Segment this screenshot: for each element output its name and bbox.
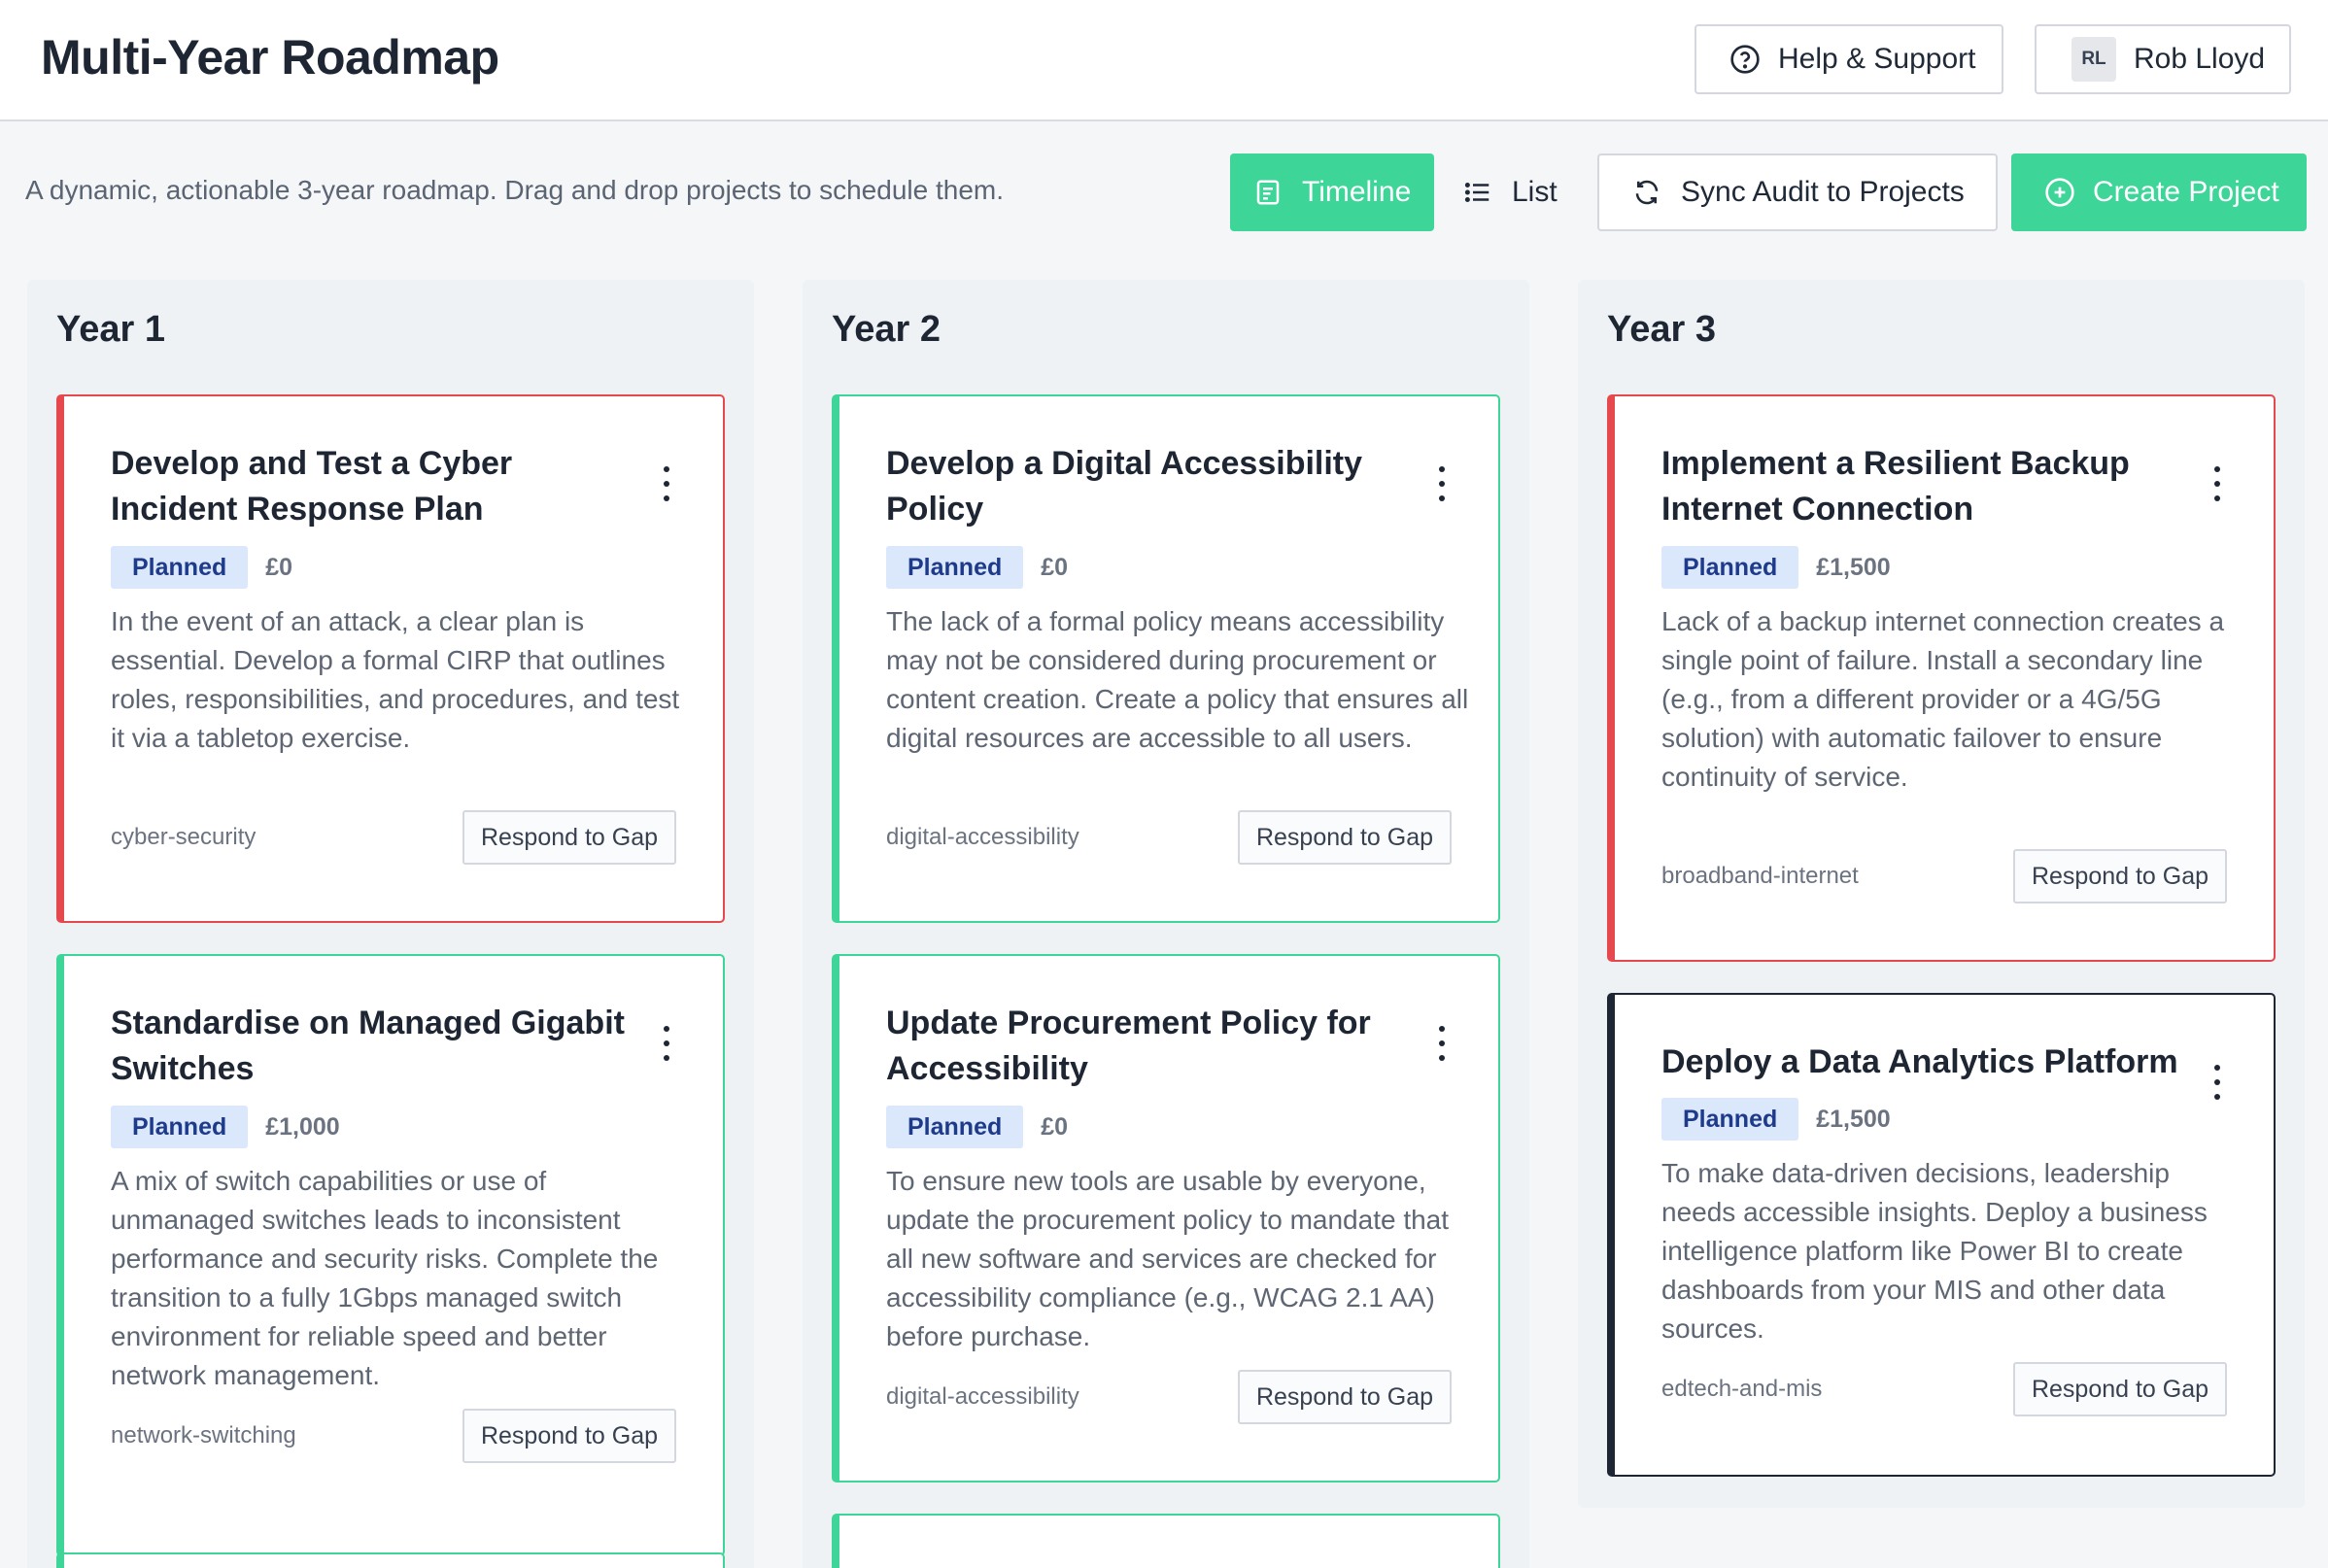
sync-audit-button[interactable]: Sync Audit to Projects [1597,153,1998,231]
card-cost: £1,000 [265,1112,340,1141]
user-menu-button[interactable]: RL Rob Lloyd [2035,24,2291,94]
project-card[interactable]: Update Procurement Policy for Accessibil… [832,954,1500,1483]
card-tag: broadband-internet [1661,863,1859,889]
column-title: Year 3 [1607,309,1716,350]
card-title: Develop a Digital Accessibility Policy [886,445,1363,528]
project-card[interactable]: Implement a Resilient Backup Internet Co… [1607,394,2276,962]
card-description: To ensure new tools are usable by everyo… [886,1166,1450,1351]
card-cost: £1,500 [1816,553,1891,581]
project-card[interactable]: Deploy a Data Analytics Platform Planned… [1607,993,2276,1477]
list-view-button[interactable]: List [1463,153,1574,231]
card-title: Standardise on Managed Gigabit Switches [111,1005,625,1087]
status-badge: Planned [1661,1098,1799,1141]
card-meta: Planned £0 [886,546,1068,589]
sync-label: Sync Audit to Projects [1681,176,1965,208]
respond-to-gap-button[interactable]: Respond to Gap [2013,1362,2227,1416]
question-circle-icon [1729,44,1761,75]
project-card-partial[interactable] [56,1552,725,1568]
card-meta: Planned £1,500 [1661,546,1891,589]
card-description: In the event of an attack, a clear plan … [111,606,680,753]
column-title: Year 2 [832,309,941,350]
timeline-label: Timeline [1302,176,1412,208]
card-cost: £0 [265,553,293,581]
more-options-icon[interactable] [661,466,672,501]
project-card[interactable]: Standardise on Managed Gigabit Switches … [56,954,725,1556]
list-icon [1463,178,1492,207]
status-badge: Planned [886,546,1024,589]
more-options-icon[interactable] [2211,466,2223,501]
list-label: List [1512,176,1558,208]
card-meta: Planned £0 [886,1106,1068,1148]
respond-to-gap-button[interactable]: Respond to Gap [1238,1370,1452,1424]
project-card[interactable]: Develop and Test a Cyber Incident Respon… [56,394,725,923]
status-badge: Planned [886,1106,1024,1148]
card-meta: Planned £1,500 [1661,1098,1891,1141]
respond-to-gap-button[interactable]: Respond to Gap [462,1409,676,1463]
column-title: Year 1 [56,309,165,350]
more-options-icon[interactable] [661,1026,672,1061]
timeline-view-button[interactable]: Timeline [1230,153,1434,231]
project-card[interactable]: Develop a Digital Accessibility Policy P… [832,394,1500,923]
card-title: Implement a Resilient Backup Internet Co… [1661,445,2130,528]
respond-to-gap-button[interactable]: Respond to Gap [2013,849,2227,903]
user-name: Rob Lloyd [2134,43,2266,75]
card-cost: £1,500 [1816,1105,1891,1133]
avatar: RL [2071,37,2116,82]
project-card-partial[interactable] [832,1514,1500,1568]
status-badge: Planned [111,546,249,589]
card-tag: network-switching [111,1422,296,1449]
year-column-1[interactable]: Year 1 Develop and Test a Cyber Incident… [27,280,754,1568]
card-title: Develop and Test a Cyber Incident Respon… [111,445,513,528]
card-tag: cyber-security [111,824,257,850]
card-description: To make data-driven decisions, leadershi… [1661,1158,2208,1344]
help-support-button[interactable]: Help & Support [1695,24,2003,94]
card-tag: digital-accessibility [886,824,1079,850]
card-meta: Planned £0 [111,546,292,589]
card-cost: £0 [1041,1112,1069,1141]
card-tag: edtech-and-mis [1661,1376,1823,1402]
card-meta: Planned £1,000 [111,1106,340,1148]
refresh-icon [1632,178,1661,207]
status-badge: Planned [111,1106,249,1148]
more-options-icon[interactable] [1436,466,1448,501]
card-description: Lack of a backup internet connection cre… [1661,606,2225,792]
respond-to-gap-button[interactable]: Respond to Gap [1238,810,1452,865]
create-project-button[interactable]: Create Project [2011,153,2307,231]
roadmap-description: A dynamic, actionable 3-year roadmap. Dr… [25,175,1005,205]
respond-to-gap-button[interactable]: Respond to Gap [462,810,676,865]
year-column-2[interactable]: Year 2 Develop a Digital Accessibility P… [803,280,1529,1568]
plus-circle-icon [2044,177,2075,208]
more-options-icon[interactable] [1436,1026,1448,1061]
status-badge: Planned [1661,546,1799,589]
card-title: Update Procurement Policy for Accessibil… [886,1005,1371,1087]
help-support-label: Help & Support [1778,43,1976,75]
card-cost: £0 [1041,553,1069,581]
card-title: Deploy a Data Analytics Platform [1661,1043,2178,1080]
more-options-icon[interactable] [2211,1065,2223,1100]
page-title: Multi-Year Roadmap [41,30,499,85]
timeline-icon [1253,178,1283,207]
card-description: The lack of a formal policy means access… [886,606,1469,753]
card-tag: digital-accessibility [886,1383,1079,1410]
create-project-label: Create Project [2093,176,2279,208]
card-description: A mix of switch capabilities or use of u… [111,1166,659,1390]
year-column-3[interactable]: Year 3 Implement a Resilient Backup Inte… [1578,280,2305,1508]
app-header: Multi-Year Roadmap Help & Support RL Rob… [0,0,2328,121]
